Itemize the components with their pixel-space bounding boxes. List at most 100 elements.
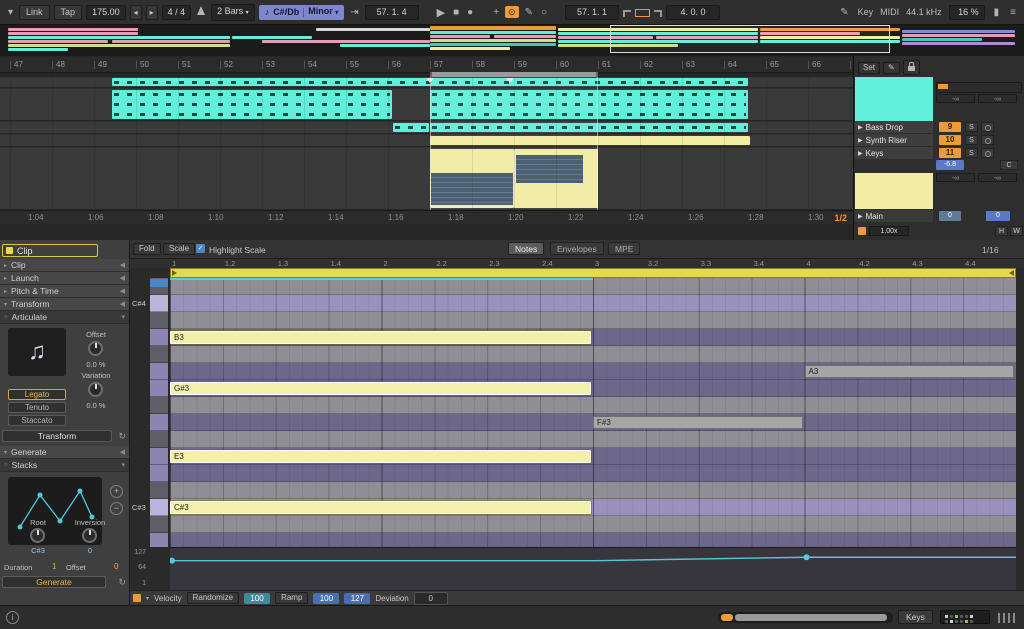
piano-key[interactable] bbox=[150, 363, 168, 380]
reenable-automation-button[interactable]: ○ bbox=[539, 7, 549, 18]
hamburger-menu-icon[interactable]: ≡ bbox=[1008, 7, 1018, 18]
arrangement-track-lane[interactable] bbox=[0, 135, 853, 147]
preview-button[interactable] bbox=[150, 279, 168, 287]
track-color-block-yellow[interactable] bbox=[855, 173, 933, 209]
tap-tempo-button[interactable]: Tap bbox=[54, 5, 83, 20]
loop-length-field[interactable]: 4. 0. 0 bbox=[666, 5, 720, 20]
bar-ruler[interactable]: 4748495051525354555657585960616263646566… bbox=[0, 57, 853, 73]
collapse-arrow-icon[interactable]: ◀ bbox=[120, 274, 125, 282]
track-header[interactable]: ▶Keys11S bbox=[855, 147, 1023, 159]
loop-button[interactable] bbox=[635, 9, 650, 17]
keys-panel-button[interactable]: Keys bbox=[898, 610, 933, 624]
variation-value[interactable]: 0.0 % bbox=[66, 401, 126, 410]
keys-pan-value[interactable]: C bbox=[1000, 160, 1018, 170]
piano-key[interactable] bbox=[150, 465, 168, 482]
articulation-legato[interactable]: Legato bbox=[8, 389, 66, 400]
play-button[interactable]: ▶ bbox=[435, 6, 447, 19]
scrollbar-thumb[interactable] bbox=[735, 614, 887, 621]
arrangement-clip[interactable] bbox=[112, 90, 392, 119]
collapse-arrow-icon[interactable]: ◀ bbox=[120, 261, 125, 269]
time-ruler[interactable]: 1/2 1:041:061:081:101:121:141:161:181:20… bbox=[0, 210, 853, 224]
keys-volume-value[interactable]: -6.8 bbox=[936, 160, 964, 170]
ramp-start-value[interactable]: 100 bbox=[313, 593, 339, 604]
duration-value[interactable]: 1 bbox=[52, 562, 56, 571]
grid-interval-setting[interactable]: 1/16 bbox=[982, 245, 999, 255]
key-scale-menu[interactable]: Minor ▾ bbox=[308, 6, 338, 19]
main-value-1[interactable]: 0 bbox=[939, 211, 961, 221]
midi-note[interactable]: C#3 bbox=[170, 501, 591, 514]
loop-start-field[interactable]: 57. 1. 1 bbox=[565, 5, 619, 20]
piano-row[interactable] bbox=[170, 533, 1016, 547]
offset-value[interactable]: 0.0 % bbox=[66, 360, 126, 369]
collapse-arrow-icon[interactable]: ◀ bbox=[120, 287, 125, 295]
follow-button[interactable]: ⇥ bbox=[348, 7, 360, 18]
collapse-arrow-icon[interactable]: ◀ bbox=[120, 448, 125, 456]
variation-knob[interactable] bbox=[88, 382, 103, 397]
locator-marker[interactable] bbox=[426, 78, 434, 83]
root-knob[interactable] bbox=[30, 528, 45, 543]
overview-view-rectangle[interactable] bbox=[610, 25, 890, 53]
arrangement-clip[interactable] bbox=[430, 90, 748, 119]
piano-row[interactable] bbox=[170, 312, 1016, 329]
midi-note[interactable]: E3 bbox=[170, 450, 591, 463]
arrangement-clip[interactable] bbox=[393, 123, 429, 132]
piano-row[interactable] bbox=[170, 397, 1016, 414]
arrangement-clip[interactable] bbox=[430, 123, 748, 132]
track-monitor-button[interactable] bbox=[981, 135, 994, 145]
track-header[interactable]: ▶Bass Drop9S bbox=[855, 121, 1023, 133]
piano-key[interactable] bbox=[150, 312, 168, 329]
level-meter-icon[interactable] bbox=[998, 613, 1016, 623]
lock-icon[interactable] bbox=[903, 60, 920, 75]
arrangement-clip[interactable] bbox=[430, 136, 750, 145]
tab-notes[interactable]: Notes bbox=[508, 242, 544, 255]
time-signature-field[interactable]: 4 / 4 bbox=[162, 5, 192, 20]
main-value-2[interactable]: 0 bbox=[986, 211, 1010, 221]
refresh-icon[interactable]: ↻ bbox=[118, 577, 126, 588]
add-stack-button[interactable]: + bbox=[110, 485, 123, 498]
generate-apply-button[interactable]: Generate bbox=[2, 576, 106, 588]
piano-key[interactable] bbox=[150, 414, 168, 431]
piano-key[interactable] bbox=[150, 397, 168, 414]
track-monitor-button[interactable] bbox=[981, 122, 994, 132]
stacks-selector[interactable]: ○ Stacks ▾ bbox=[0, 459, 129, 472]
quantization-menu[interactable]: 2 Bars ▾ bbox=[211, 4, 255, 21]
record-button[interactable]: ● bbox=[465, 7, 475, 18]
info-icon[interactable]: i bbox=[6, 611, 19, 624]
section-generate[interactable]: ▾Generate ◀ bbox=[0, 446, 129, 459]
track-name-area[interactable]: ▶Keys bbox=[855, 147, 933, 159]
track-monitor-button[interactable] bbox=[981, 148, 994, 158]
tempo-field[interactable]: 175.00 bbox=[86, 5, 126, 20]
arrangement-track-lane[interactable] bbox=[0, 148, 853, 210]
metronome-icon[interactable] bbox=[195, 6, 207, 18]
midi-map-button[interactable]: MIDI bbox=[880, 7, 899, 17]
articulation-staccato[interactable]: Staccato bbox=[8, 415, 66, 426]
piano-row[interactable] bbox=[170, 431, 1016, 448]
piano-key[interactable] bbox=[150, 346, 168, 363]
arrangement-position-field[interactable]: 57. 1. 4 bbox=[365, 5, 419, 20]
inversion-knob[interactable] bbox=[82, 528, 97, 543]
ramp-end-value[interactable]: 127 bbox=[344, 593, 370, 604]
lane-selector-chevron[interactable]: ▾ bbox=[146, 595, 149, 602]
arrangement-clip[interactable] bbox=[514, 149, 598, 208]
piano-row[interactable] bbox=[170, 482, 1016, 499]
track-solo-button[interactable]: S bbox=[965, 135, 978, 145]
beat-ruler[interactable]: 11.21.31.422.22.32.433.23.33.444.24.34.4 bbox=[130, 259, 1024, 268]
scale-display[interactable]: ♪ C#/Db Minor ▾ bbox=[259, 5, 345, 20]
track-solo-button[interactable]: S bbox=[965, 148, 978, 158]
height-button[interactable]: H bbox=[995, 226, 1008, 236]
clip-name-box[interactable]: Clip bbox=[2, 244, 98, 257]
new-button[interactable]: + bbox=[491, 7, 501, 18]
ramp-button[interactable]: Ramp bbox=[275, 592, 308, 604]
keys-send-a[interactable]: -∞ bbox=[936, 173, 975, 182]
clip-loop-bar[interactable] bbox=[170, 268, 1016, 278]
offset-knob[interactable] bbox=[88, 341, 103, 356]
midi-note[interactable]: B3 bbox=[170, 331, 591, 344]
track-name-area[interactable]: ▶Synth Riser bbox=[855, 134, 933, 146]
track-header[interactable]: ▶Synth Riser10S bbox=[855, 134, 1023, 146]
main-track-header[interactable]: ▶Main 0 0 bbox=[855, 210, 1023, 222]
track-name-area[interactable]: ▶Bass Drop bbox=[855, 121, 933, 133]
collapse-arrow-icon[interactable]: ◀ bbox=[120, 300, 125, 308]
scale-button[interactable]: Scale bbox=[163, 243, 195, 255]
chevron-down-icon[interactable]: ▾ bbox=[6, 7, 15, 18]
midi-note[interactable]: A3 bbox=[805, 365, 1015, 378]
